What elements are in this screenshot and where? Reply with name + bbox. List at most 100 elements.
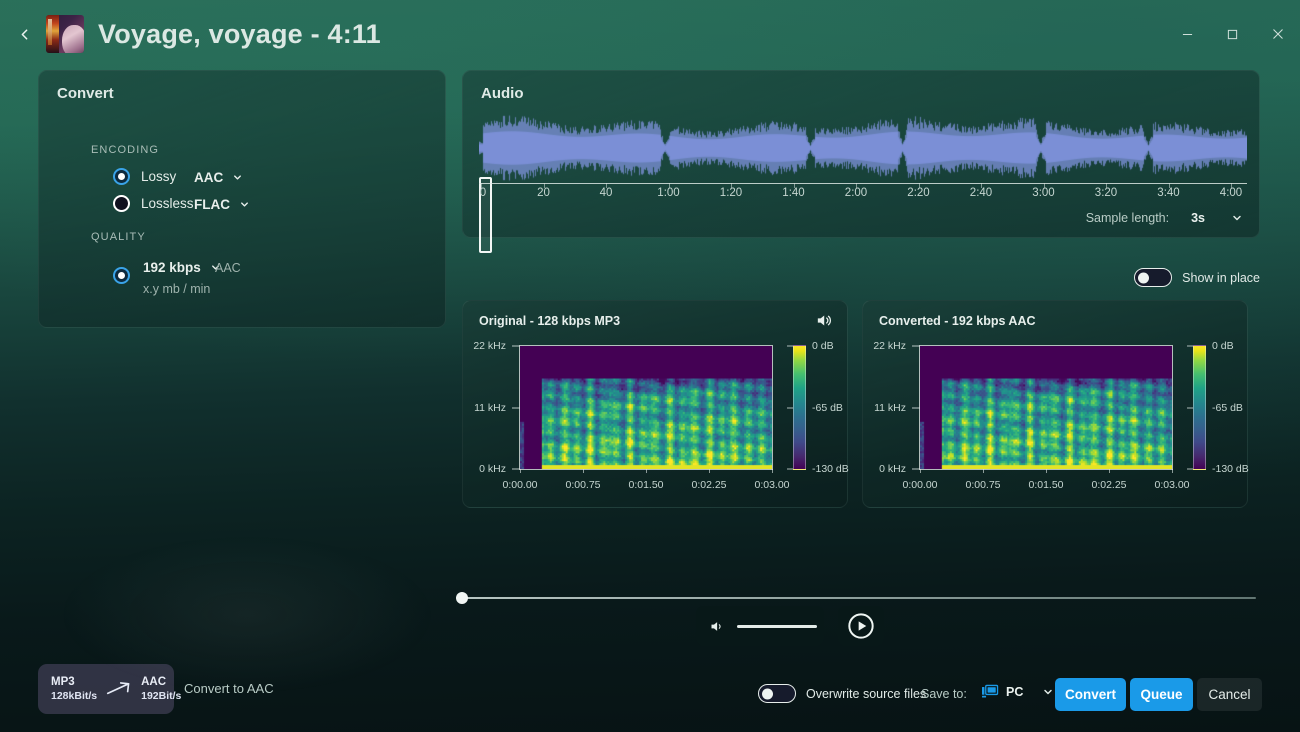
convert-button[interactable]: Convert [1055, 678, 1126, 711]
spec-a-xtick-0: 0:00.00 [502, 479, 537, 491]
back-button[interactable] [4, 14, 44, 54]
target-bitrate: 192Bit/s [141, 690, 181, 703]
chevron-down-icon[interactable] [1042, 686, 1054, 698]
maximize-button[interactable] [1210, 15, 1255, 53]
seek-thumb[interactable] [456, 592, 468, 604]
seek-track[interactable] [462, 597, 1256, 599]
radio-quality[interactable] [113, 267, 130, 284]
radio-lossless[interactable] [113, 195, 130, 212]
spec-b-cbar-0: 0 dB [1212, 340, 1234, 352]
spec-a-cbar-2: -130 dB [812, 463, 849, 475]
spec-b-xtick-0: 0:00.00 [902, 479, 937, 491]
cancel-button[interactable]: Cancel [1197, 678, 1262, 711]
quality-size-estimate: x.y mb / min [143, 282, 210, 296]
overwrite-source-files-toggle[interactable] [758, 684, 796, 703]
source-format: MP3 128kBit/s [51, 675, 97, 703]
time-tick-label-12: 4:00 [1220, 187, 1242, 199]
volume-slider[interactable] [737, 625, 817, 628]
maximize-icon [1227, 29, 1238, 40]
app-window: Voyage, voyage - 4:11 Convert ENCODING L… [0, 0, 1300, 732]
save-to-dropdown[interactable]: PC [982, 684, 1054, 699]
radio-lossy[interactable] [113, 168, 130, 185]
time-tick-label-2: 40 [600, 187, 613, 199]
encoding-option-lossy[interactable]: Lossy [113, 168, 176, 185]
overwrite-toggle-row[interactable]: Overwrite source files [758, 684, 926, 703]
source-bitrate: 128kBit/s [51, 690, 97, 703]
play-button[interactable] [838, 606, 884, 646]
chevron-down-icon[interactable] [1231, 212, 1243, 224]
overwrite-source-files-label: Overwrite source files [806, 687, 926, 701]
encoding-section-label: ENCODING [91, 144, 159, 156]
quality-section-label: QUALITY [91, 231, 146, 243]
show-in-place-toggle[interactable] [1134, 268, 1172, 287]
volume-control[interactable] [696, 606, 824, 646]
close-button[interactable] [1255, 15, 1300, 53]
time-tick-label-9: 3:00 [1032, 187, 1054, 199]
time-tick-label-6: 2:00 [845, 187, 867, 199]
page-title: Voyage, voyage - 4:11 [98, 19, 381, 50]
play-circle-icon [847, 612, 875, 640]
conversion-summary-chip: MP3 128kBit/s AAC 192Bit/s [38, 664, 174, 714]
show-in-place-label: Show in place [1182, 271, 1260, 285]
chevron-left-icon [16, 26, 33, 43]
spec-a-ytick-0: 22 kHz [473, 340, 506, 352]
target-format: AAC 192Bit/s [141, 675, 181, 703]
lossy-codec-value: AAC [194, 170, 223, 185]
convert-panel-title: Convert [57, 85, 114, 102]
waveform-time-labels: 020401:001:201:402:002:202:403:003:203:4… [479, 187, 1247, 203]
save-to-label: Save to: [921, 687, 967, 701]
waveform-canvas[interactable] [479, 113, 1247, 183]
time-tick-label-11: 3:40 [1157, 187, 1179, 199]
source-format-name: MP3 [51, 675, 97, 689]
spectrogram-card-original: Original - 128 kbps MP3 22 kHz 11 kHz 0 … [462, 300, 848, 508]
queue-button[interactable]: Queue [1130, 678, 1193, 711]
lossless-codec-dropdown[interactable]: FLAC [194, 197, 250, 212]
quality-codec-tag: AAC [215, 261, 241, 275]
time-tick-label-3: 1:00 [657, 187, 679, 199]
window-controls [1165, 15, 1300, 53]
sample-length-control[interactable]: Sample length: 3s [1086, 211, 1243, 225]
minimize-button[interactable] [1165, 15, 1210, 53]
spec-b-ytick-2: 0 kHz [879, 463, 906, 475]
encoding-option-lossless[interactable]: Lossless [113, 195, 194, 212]
monitor-icon [982, 684, 1000, 699]
spec-b-xtick-4: 0:03.00 [1154, 479, 1189, 491]
spec-b-cbar-1: -65 dB [1212, 402, 1243, 414]
chevron-down-icon [239, 199, 250, 210]
chevron-down-icon [232, 172, 243, 183]
spectrogram-original-image [520, 346, 772, 469]
radio-lossy-label: Lossy [141, 169, 176, 184]
title-bar: Voyage, voyage - 4:11 [0, 0, 1300, 68]
minimize-icon [1182, 29, 1193, 40]
arrow-right-icon [106, 681, 132, 697]
spec-a-ytick-1: 11 kHz [474, 402, 506, 414]
conversion-status-text: Convert to AAC [184, 681, 274, 696]
spec-a-xtick-2: 0:01.50 [628, 479, 663, 491]
time-tick-label-0: 0 [480, 187, 486, 199]
spectrogram-original-title: Original - 128 kbps MP3 [479, 314, 620, 328]
sample-length-value: 3s [1191, 211, 1205, 225]
lossy-codec-dropdown[interactable]: AAC [194, 170, 243, 185]
speaker-icon[interactable] [708, 619, 725, 634]
time-tick-label-7: 2:20 [907, 187, 929, 199]
waveform[interactable] [479, 113, 1247, 183]
spec-a-cbar-0: 0 dB [812, 340, 834, 352]
quality-bitrate-value: 192 kbps [143, 260, 201, 275]
seek-bar[interactable] [456, 592, 1256, 604]
time-tick-label-4: 1:20 [720, 187, 742, 199]
spec-b-xtick-2: 0:01.50 [1028, 479, 1063, 491]
close-icon [1272, 28, 1284, 40]
spec-b-xtick-1: 0:00.75 [965, 479, 1000, 491]
spectrogram-original-colorbar: 0 dB -65 dB -130 dB [793, 345, 806, 470]
lossless-codec-value: FLAC [194, 197, 230, 212]
speaker-icon[interactable] [814, 312, 833, 334]
spec-a-ytick-2: 0 kHz [479, 463, 506, 475]
audio-panel: Audio 020401:001:201:402:002:202:403:003… [462, 70, 1260, 238]
audio-panel-title: Audio [481, 85, 524, 102]
quality-bitrate-dropdown[interactable]: 192 kbps [143, 260, 221, 275]
convert-panel: Convert ENCODING Lossy AAC Lossless FLAC… [38, 70, 446, 328]
show-in-place-toggle-row[interactable]: Show in place [1134, 268, 1260, 287]
spectrogram-converted-image [920, 346, 1172, 469]
spectrogram-converted-plot: 22 kHz 11 kHz 0 kHz 0:00.00 0:00.75 0:01… [919, 345, 1173, 470]
spec-a-xtick-3: 0:02.25 [691, 479, 726, 491]
